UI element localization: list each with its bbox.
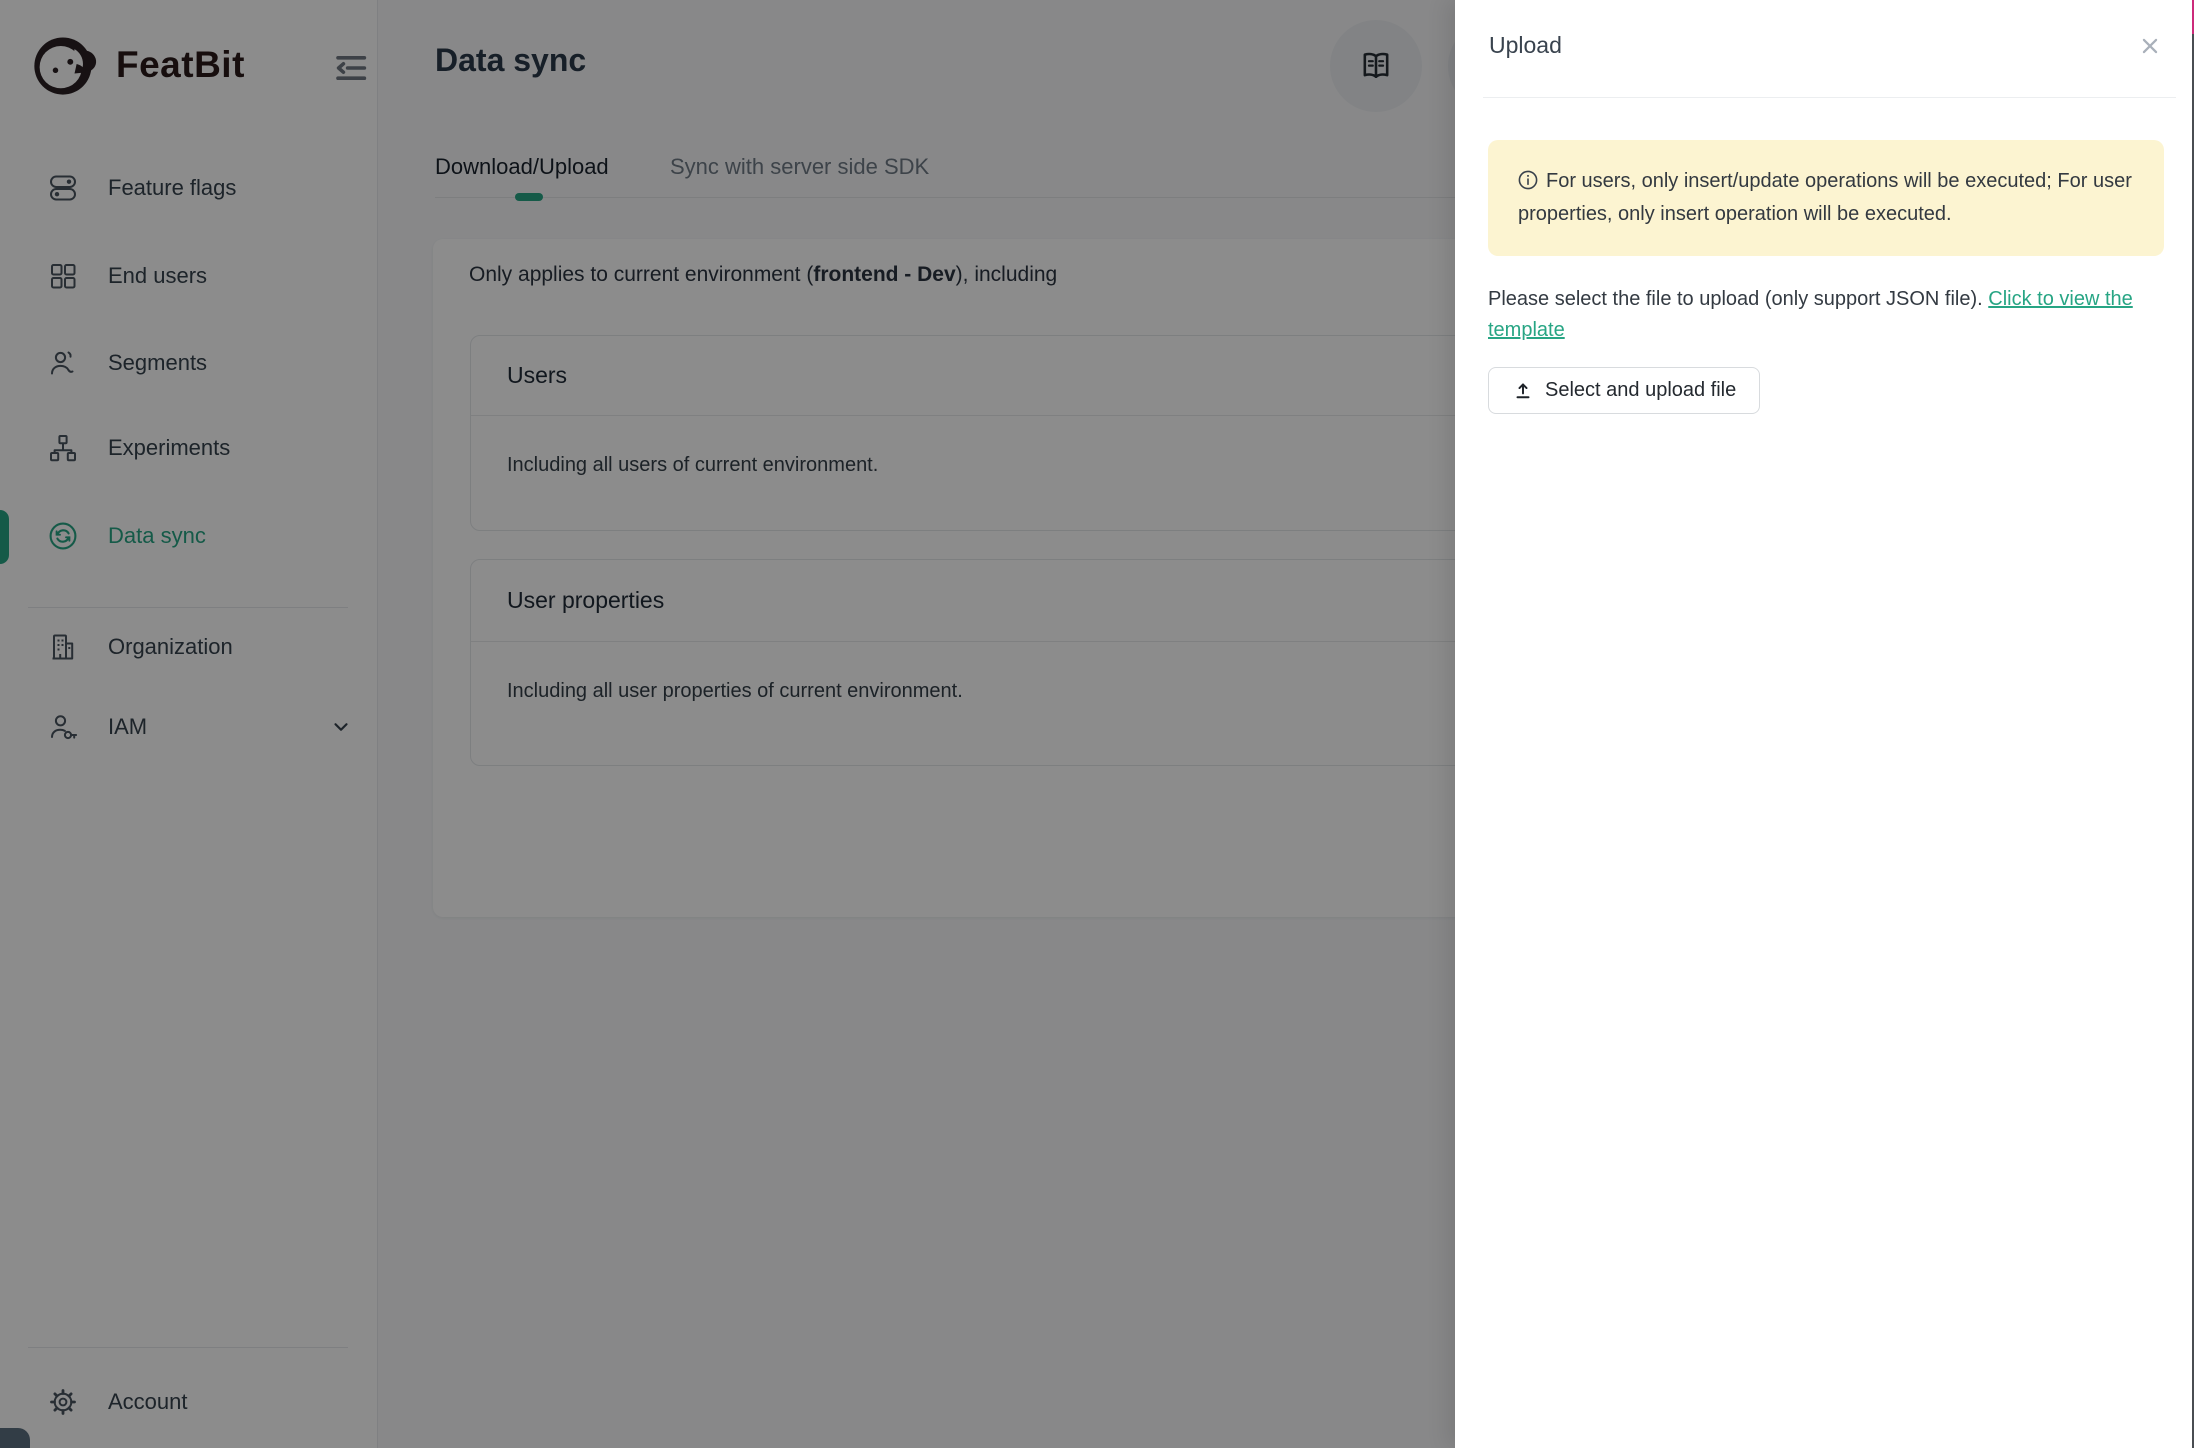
info-icon <box>1518 170 1538 190</box>
window-edge-line <box>2192 0 2194 1448</box>
alert-text: For users, only insert/update operations… <box>1518 170 2132 225</box>
info-alert: For users, only insert/update operations… <box>1488 140 2164 256</box>
drawer-title: Upload <box>1489 32 1562 59</box>
select-upload-file-button[interactable]: Select and upload file <box>1488 367 1760 414</box>
upload-button-label: Select and upload file <box>1545 379 1736 402</box>
upload-instruction: Please select the file to upload (only s… <box>1488 284 2164 346</box>
drawer-header: Upload <box>1483 0 2176 98</box>
app-screen: FeatBit Feature flags <box>0 0 2204 1448</box>
close-icon[interactable] <box>2130 26 2170 66</box>
window-edge-accent <box>2192 0 2194 34</box>
upload-icon <box>1512 380 1534 402</box>
upload-drawer: Upload For users, only insert/update ope… <box>1455 0 2204 1448</box>
